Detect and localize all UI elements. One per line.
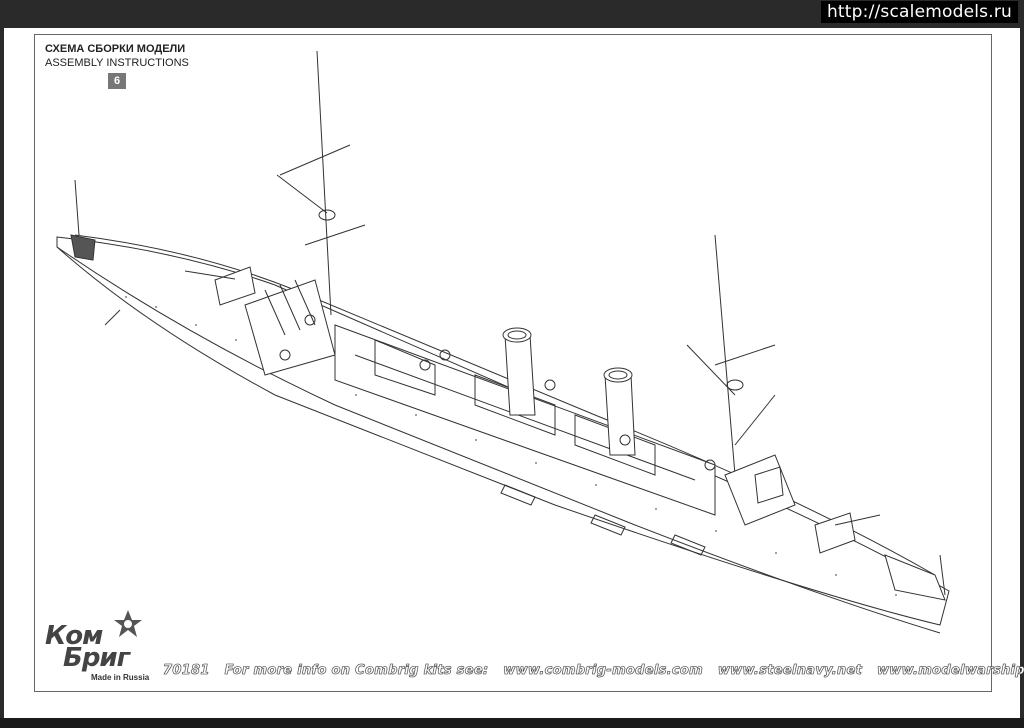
site-link-2: www.steelnavy.net: [717, 663, 863, 679]
watermark: http://scalemodels.ru: [820, 1, 1018, 23]
fore-mast: [316, 50, 332, 316]
site-link-3: www.modelwarships.com: [876, 663, 1024, 679]
ship-drawing: [56, 50, 950, 634]
top-strip: http://scalemodels.ru: [0, 0, 1024, 28]
drawing-frame: СХЕМА СБОРКИ МОДЕЛИ ASSEMBLY INSTRUCTION…: [34, 34, 1024, 692]
kit-number: 70181: [163, 663, 210, 679]
funnel-1: [504, 334, 536, 416]
footer-info: 70181 For more info on Combrig kits see:…: [163, 663, 1024, 679]
info-text: For more info on Combrig kits see:: [224, 663, 489, 679]
made-in-russia: Made in Russia: [91, 673, 150, 682]
bottom-strip: [0, 718, 1024, 728]
funnel-2: [604, 374, 636, 456]
combrig-logo: Ком Бриг Made in Russia: [43, 610, 153, 689]
site-link-1: www.combrig-models.com: [503, 663, 703, 679]
logo-text-line2: Бриг: [63, 643, 130, 673]
star-icon: [114, 610, 142, 637]
main-mast: [714, 234, 736, 476]
instruction-sheet: СХЕМА СБОРКИ МОДЕЛИ ASSEMBLY INSTRUCTION…: [4, 28, 1024, 718]
bow-staff: [74, 179, 80, 236]
